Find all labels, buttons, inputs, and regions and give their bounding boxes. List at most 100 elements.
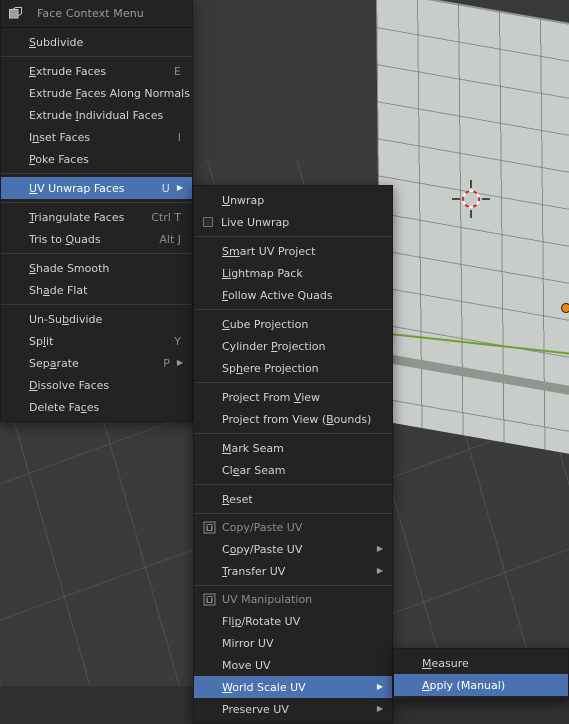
menu-item-poke-faces[interactable]: Poke Faces xyxy=(1,148,192,170)
menu-item-label: Dissolve Faces xyxy=(29,378,110,392)
face-select-icon xyxy=(9,7,22,20)
menu-item-shortcut: P xyxy=(163,356,170,370)
menu-item-inset-faces[interactable]: Inset Faces I xyxy=(1,126,192,148)
menu-item-sphere-projection[interactable]: Sphere Projection xyxy=(194,357,392,379)
live-unwrap-checkbox[interactable] xyxy=(203,217,213,227)
menu-separator xyxy=(194,433,392,434)
menu-item-smart-uv-project[interactable]: Smart UV Project xyxy=(194,240,392,262)
menu-item-lightmap-pack[interactable]: Lightmap Pack xyxy=(194,262,392,284)
menu-item-world-scale-uv[interactable]: World Scale UV ▶ xyxy=(194,676,392,698)
menu-item-shade-smooth[interactable]: Shade Smooth xyxy=(1,257,192,279)
menu-item-label: Measure xyxy=(422,656,469,670)
menu-item-shortcut: U xyxy=(161,181,170,195)
menu-item-label: Extrude Faces Along Normals xyxy=(29,86,190,100)
chevron-right-icon: ▶ xyxy=(176,183,183,192)
menu-item-shortcut: E xyxy=(174,64,181,78)
menu-item-extrude-faces[interactable]: Extrude Faces E xyxy=(1,60,192,82)
3d-cursor-icon xyxy=(452,180,490,218)
menu-item-project-from-view[interactable]: Project From View xyxy=(194,386,392,408)
menu-item-subdivide[interactable]: Subdivide xyxy=(1,31,192,53)
menu-item-extrude-faces-along-normals[interactable]: Extrude Faces Along Normals xyxy=(1,82,192,104)
menu-item-flip-rotate-uv[interactable]: Flip/Rotate UV xyxy=(194,610,392,632)
menu-item-tris-to-quads[interactable]: Tris to Quads Alt J xyxy=(1,228,192,250)
menu-item-shade-flat[interactable]: Shade Flat xyxy=(1,279,192,301)
menu-item-label: Project from View (Bounds) xyxy=(222,412,372,426)
menu-item-triangulate-faces[interactable]: Triangulate Faces Ctrl T xyxy=(1,206,192,228)
face-context-menu[interactable]: Face Context Menu Subdivide Extrude Faces… xyxy=(0,0,193,422)
menu-separator xyxy=(1,173,192,174)
mesh-wireframe xyxy=(376,0,569,479)
menu-title: Face Context Menu xyxy=(37,7,144,20)
menu-item-uv-unwrap-faces[interactable]: UV Unwrap Faces U ▶ xyxy=(1,177,192,199)
menu-item-preserve-uv[interactable]: Preserve UV ▶ xyxy=(194,698,392,720)
menu-item-split[interactable]: Split Y xyxy=(1,330,192,352)
menu-pad xyxy=(1,418,192,421)
menu-separator xyxy=(194,382,392,383)
menu-section-copy-paste-uv: Copy/Paste UV xyxy=(194,517,392,538)
menu-item-follow-active-quads[interactable]: Follow Active Quads xyxy=(194,284,392,306)
menu-header: Face Context Menu xyxy=(1,0,192,28)
menu-item-cube-projection[interactable]: Cube Projection xyxy=(194,313,392,335)
menu-item-transfer-uv[interactable]: Transfer UV ▶ xyxy=(194,560,392,582)
menu-item-label: Poke Faces xyxy=(29,152,89,166)
menu-pad xyxy=(194,720,392,723)
menu-item-label: Follow Active Quads xyxy=(222,288,333,302)
menu-item-label: Delete Faces xyxy=(29,400,100,414)
mesh-object-surface[interactable] xyxy=(376,0,569,479)
menu-item-move-uv[interactable]: Move UV xyxy=(194,654,392,676)
menu-separator xyxy=(1,202,192,203)
menu-pad xyxy=(394,696,568,699)
menu-item-extrude-individual-faces[interactable]: Extrude Individual Faces xyxy=(1,104,192,126)
menu-item-label: Lightmap Pack xyxy=(222,266,303,280)
menu-item-label: Separate xyxy=(29,356,79,370)
menu-item-label: Shade Flat xyxy=(29,283,88,297)
menu-item-label: Copy/Paste UV xyxy=(222,542,303,556)
world-scale-uv-submenu[interactable]: Measure Apply (Manual) xyxy=(393,648,569,700)
menu-item-apply-manual[interactable]: Apply (Manual) xyxy=(394,674,568,696)
menu-separator xyxy=(194,513,392,514)
menu-item-separate[interactable]: Separate P ▶ xyxy=(1,352,192,374)
menu-item-copy-paste-uv[interactable]: Copy/Paste UV ▶ xyxy=(194,538,392,560)
script-icon xyxy=(203,521,216,534)
menu-item-live-unwrap[interactable]: Live Unwrap xyxy=(194,211,392,233)
object-origin-dot[interactable] xyxy=(561,303,569,313)
menu-item-clear-seam[interactable]: Clear Seam xyxy=(194,459,392,481)
menu-item-label: UV Manipulation xyxy=(222,593,313,606)
menu-item-shortcut: Ctrl T xyxy=(151,210,181,224)
menu-item-measure[interactable]: Measure xyxy=(394,652,568,674)
menu-section-uv-manipulation: UV Manipulation xyxy=(194,589,392,610)
menu-item-label: Triangulate Faces xyxy=(29,210,125,224)
uv-menu-items[interactable]: Unwrap Live Unwrap Smart UV Project Lightma… xyxy=(194,189,392,720)
menu-item-label: Transfer UV xyxy=(222,564,286,578)
menu-item-label: Mirror UV xyxy=(222,636,274,650)
uv-unwrap-submenu[interactable]: Unwrap Live Unwrap Smart UV Project Lightma… xyxy=(193,185,393,724)
menu-item-delete-faces[interactable]: Delete Faces xyxy=(1,396,192,418)
menu-separator xyxy=(194,309,392,310)
menu-item-shortcut: I xyxy=(177,130,181,144)
menu-item-label: Live Unwrap xyxy=(221,215,290,229)
menu-item-label: Apply (Manual) xyxy=(422,678,506,692)
menu-item-label: Clear Seam xyxy=(222,463,286,477)
script-icon xyxy=(203,593,216,606)
menu-item-mirror-uv[interactable]: Mirror UV xyxy=(194,632,392,654)
world-scale-menu-items[interactable]: Measure Apply (Manual) xyxy=(394,652,568,696)
face-menu-items[interactable]: Subdivide Extrude Faces E Extrude Faces Alo… xyxy=(1,31,192,418)
menu-item-label: Project From View xyxy=(222,390,321,404)
menu-item-label: Tris to Quads xyxy=(29,232,101,246)
chevron-right-icon: ▶ xyxy=(376,704,383,713)
menu-item-label: Extrude Individual Faces xyxy=(29,108,164,122)
menu-item-reset[interactable]: Reset xyxy=(194,488,392,510)
menu-item-unwrap[interactable]: Unwrap xyxy=(194,189,392,211)
menu-item-dissolve-faces[interactable]: Dissolve Faces xyxy=(1,374,192,396)
menu-item-cylinder-projection[interactable]: Cylinder Projection xyxy=(194,335,392,357)
menu-item-label: Cube Projection xyxy=(222,317,309,331)
menu-item-un-subdivide[interactable]: Un-Subdivide xyxy=(1,308,192,330)
menu-item-label: Un-Subdivide xyxy=(29,312,103,326)
menu-item-project-from-view-bounds[interactable]: Project from View (Bounds) xyxy=(194,408,392,430)
menu-item-label: Subdivide xyxy=(29,35,84,49)
menu-item-shortcut: Y xyxy=(174,334,181,348)
menu-item-shortcut: Alt J xyxy=(159,232,181,246)
menu-item-mark-seam[interactable]: Mark Seam xyxy=(194,437,392,459)
menu-item-label: World Scale UV xyxy=(222,680,306,694)
menu-item-label: Move UV xyxy=(222,658,271,672)
